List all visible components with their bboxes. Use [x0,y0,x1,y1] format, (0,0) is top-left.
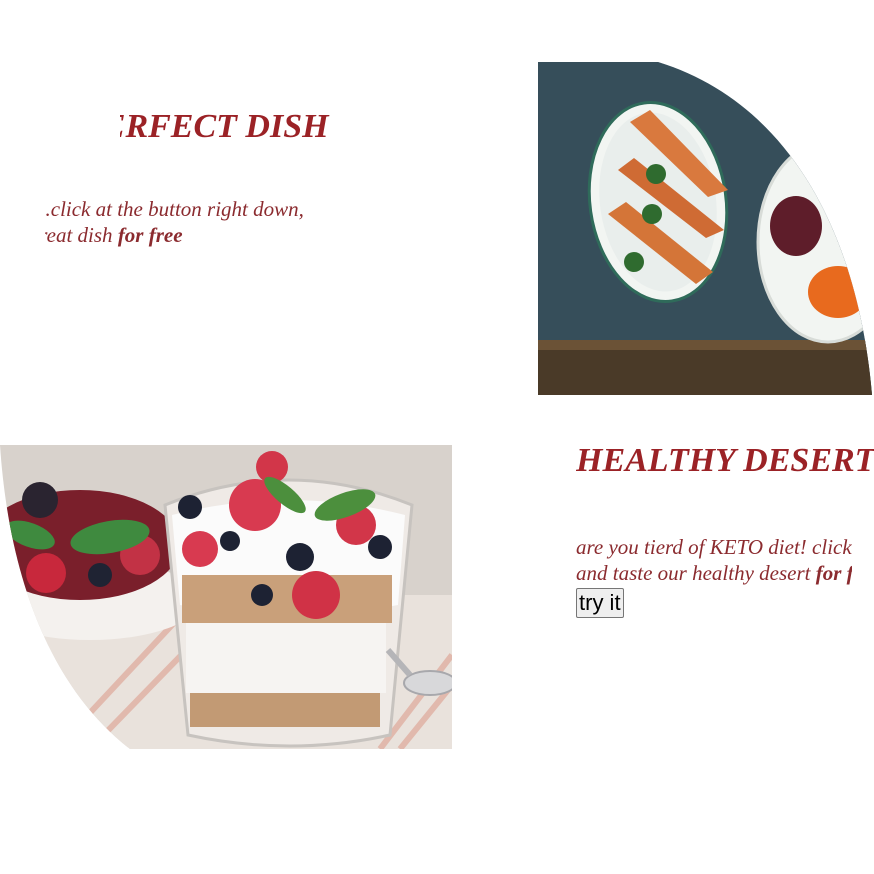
perfect-dish-illustration [538,62,872,395]
section2-free-emphasis: for free [815,561,852,585]
section1-line2-text: ...great dish [45,223,113,247]
section2-line1: are you tierd of KETO diet! click [576,535,852,559]
healthy-desert-image [0,445,452,749]
section2-paragraph-clip: are you tierd of KETO diet! click and ta… [576,534,852,590]
try-it-button[interactable]: try it [576,588,624,618]
section1-text-clip: PERFECT DISH [120,100,380,160]
section2-text-clip: HEALTHY DESERT [576,440,874,490]
section1-title: PERFECT DISH [120,108,329,145]
section2-line2-text: and taste our healthy desert [576,561,816,585]
perfect-dish-image [538,62,874,395]
section1-line2: ...great dish for free [45,223,183,247]
healthy-desert-illustration [0,445,452,749]
section1-free-emphasis: for free [117,223,183,247]
section1-paragraph-clip: ...click at the button right down, ...gr… [45,196,375,256]
section1-line1: ...click at the button right down, [45,197,304,221]
section2-title: HEALTHY DESERT [576,442,874,479]
section1-paragraph: ...click at the button right down, ...gr… [45,196,304,248]
section2-paragraph: are you tierd of KETO diet! click and ta… [576,534,852,586]
